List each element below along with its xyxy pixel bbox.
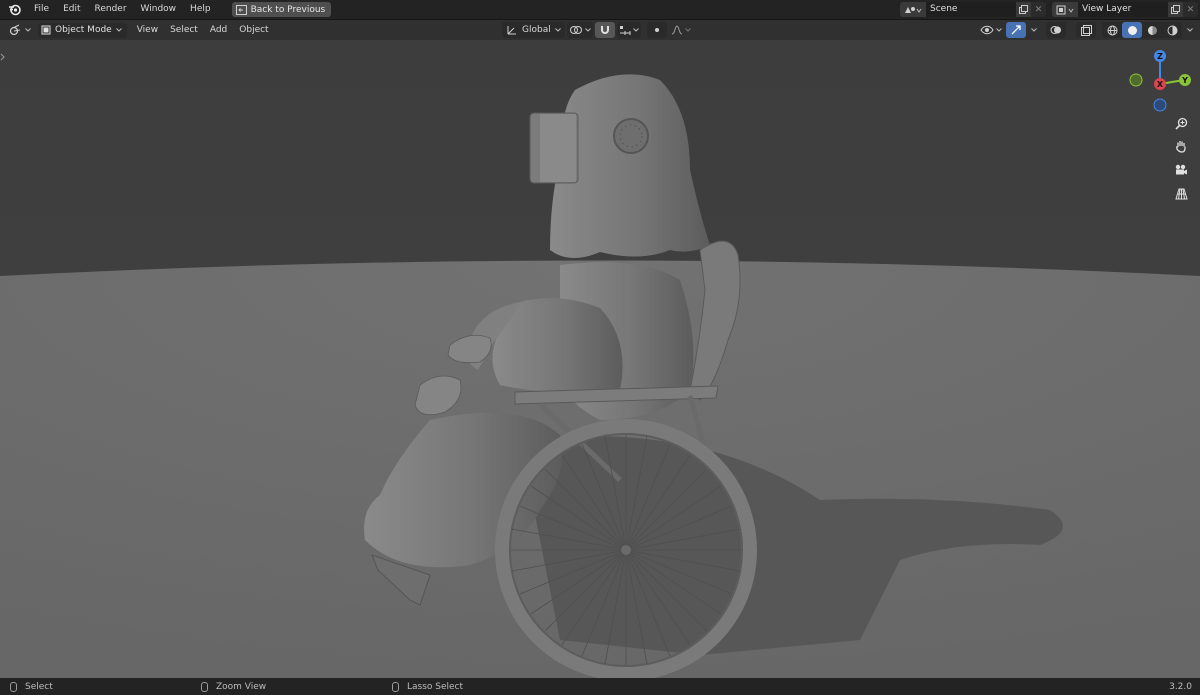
- snap-target-dropdown[interactable]: [616, 22, 641, 38]
- chevron-down-icon: [25, 28, 31, 32]
- shading-mode-group: [1102, 22, 1182, 38]
- pan-hand-icon[interactable]: [1171, 136, 1191, 156]
- back-to-previous-label: Back to Previous: [250, 4, 326, 15]
- chevron-down-icon: [554, 28, 561, 32]
- rendered-sphere-icon: [1167, 25, 1177, 35]
- zoom-icon[interactable]: [1171, 113, 1191, 133]
- editor-type-button[interactable]: [6, 23, 34, 38]
- view-layer-name-field[interactable]: View Layer: [1078, 2, 1168, 17]
- object-mode-icon: [41, 25, 51, 35]
- gizmo-icon: [1011, 25, 1021, 35]
- scene-render: [0, 74, 1200, 678]
- chevron-down-icon: [632, 28, 639, 32]
- scene-name-field[interactable]: Scene: [926, 2, 1016, 17]
- top-bar: File Edit Render Window Help Back to Pre…: [0, 0, 1200, 20]
- navigation-gizmo[interactable]: Z Y X: [1126, 48, 1196, 118]
- orientation-label: Global: [522, 25, 551, 35]
- pivot-point-dropdown[interactable]: [566, 22, 593, 38]
- view-layer-icon[interactable]: [1052, 2, 1078, 17]
- material-sphere-icon: [1147, 25, 1157, 35]
- mouse-left-icon: [10, 681, 17, 692]
- object-mode-dropdown[interactable]: Object Mode: [38, 22, 127, 38]
- back-to-previous-button[interactable]: Back to Previous: [231, 2, 332, 17]
- eye-icon: [980, 25, 994, 35]
- menu-view[interactable]: View: [131, 25, 164, 35]
- status-lasso-label: Lasso Select: [407, 681, 464, 692]
- gizmo-dropdown[interactable]: [1028, 22, 1040, 38]
- editor-type-icon: [9, 24, 21, 36]
- visibility-dropdown[interactable]: [978, 22, 1004, 38]
- transform-tools: Global: [502, 22, 693, 38]
- orientation-icon: [507, 26, 516, 35]
- chevron-down-icon: [584, 28, 591, 32]
- wheel: [495, 419, 757, 678]
- xray-icon: [1080, 24, 1092, 36]
- new-scene-icon[interactable]: [1016, 2, 1031, 17]
- proportional-dot-icon: [654, 28, 659, 32]
- mouse-right-icon: [392, 681, 399, 692]
- menu-object[interactable]: Object: [233, 25, 274, 35]
- axis-neg-z: [1153, 98, 1167, 112]
- shading-options-dropdown[interactable]: [1184, 22, 1196, 38]
- wireframe-shading-button[interactable]: [1102, 22, 1122, 38]
- menu-window[interactable]: Window: [134, 0, 184, 19]
- blender-logo-icon[interactable]: [7, 3, 21, 17]
- status-bar: Select Zoom View Lasso Select 3.2.0: [0, 678, 1200, 695]
- camera-view-icon[interactable]: [1171, 160, 1191, 180]
- chevron-down-icon: [684, 28, 691, 32]
- chevron-down-icon: [1187, 28, 1193, 32]
- proportional-editing-toggle[interactable]: [646, 22, 667, 38]
- scene-icon[interactable]: [900, 2, 926, 17]
- status-select-label: Select: [25, 681, 53, 692]
- status-select-hint: Select: [10, 678, 53, 695]
- scene-selector[interactable]: Scene ✕: [900, 2, 1046, 17]
- gizmo-toggle[interactable]: [1006, 22, 1026, 38]
- svg-text:Y: Y: [1181, 76, 1188, 85]
- chevron-down-icon: [115, 28, 122, 32]
- version-label: 3.2.0: [1169, 682, 1192, 692]
- menu-help[interactable]: Help: [183, 0, 218, 19]
- material-shading-button[interactable]: [1142, 22, 1162, 38]
- overlays-toggle[interactable]: [1046, 22, 1066, 38]
- svg-text:X: X: [1157, 80, 1164, 89]
- pivot-icon: [569, 26, 582, 34]
- chevron-down-icon: [996, 28, 1002, 32]
- object-mode-label: Object Mode: [55, 25, 112, 35]
- falloff-dropdown[interactable]: [669, 22, 693, 38]
- wireframe-sphere-icon: [1107, 25, 1117, 35]
- axis-neg-y: [1129, 73, 1143, 87]
- status-zoom-label: Zoom View: [216, 681, 267, 692]
- viewport-display-tools: [978, 22, 1196, 38]
- toolbar-expand-icon[interactable]: [0, 53, 6, 61]
- solid-shading-button[interactable]: [1122, 22, 1142, 38]
- status-lasso-hint: Lasso Select: [392, 678, 463, 695]
- view-layer-selector[interactable]: View Layer ✕: [1052, 2, 1198, 17]
- snap-increment-icon: [619, 26, 631, 35]
- svg-text:Z: Z: [1157, 52, 1163, 61]
- falloff-curve-icon: [671, 25, 682, 35]
- xray-toggle[interactable]: [1076, 22, 1096, 38]
- back-icon: [235, 4, 247, 15]
- chevron-down-icon: [1031, 28, 1037, 32]
- menu-render[interactable]: Render: [88, 0, 134, 19]
- overlays-icon: [1050, 26, 1061, 34]
- menu-file[interactable]: File: [27, 0, 56, 19]
- delete-scene-icon[interactable]: ✕: [1031, 2, 1046, 17]
- magnet-icon: [600, 26, 609, 34]
- snap-toggle[interactable]: [594, 22, 615, 38]
- delete-view-layer-icon[interactable]: ✕: [1183, 2, 1198, 17]
- new-view-layer-icon[interactable]: [1168, 2, 1183, 17]
- solid-sphere-icon: [1127, 25, 1137, 35]
- mouse-middle-icon: [201, 681, 208, 692]
- menu-select[interactable]: Select: [164, 25, 204, 35]
- menu-edit[interactable]: Edit: [56, 0, 87, 19]
- menu-add[interactable]: Add: [204, 25, 233, 35]
- 3d-viewport[interactable]: Z Y X: [0, 40, 1200, 678]
- status-zoom-hint: Zoom View: [201, 678, 266, 695]
- perspective-grid-icon[interactable]: [1171, 184, 1191, 204]
- rendered-shading-button[interactable]: [1162, 22, 1182, 38]
- transform-orientation-dropdown[interactable]: Global: [502, 22, 565, 38]
- ear-disk: [613, 118, 649, 154]
